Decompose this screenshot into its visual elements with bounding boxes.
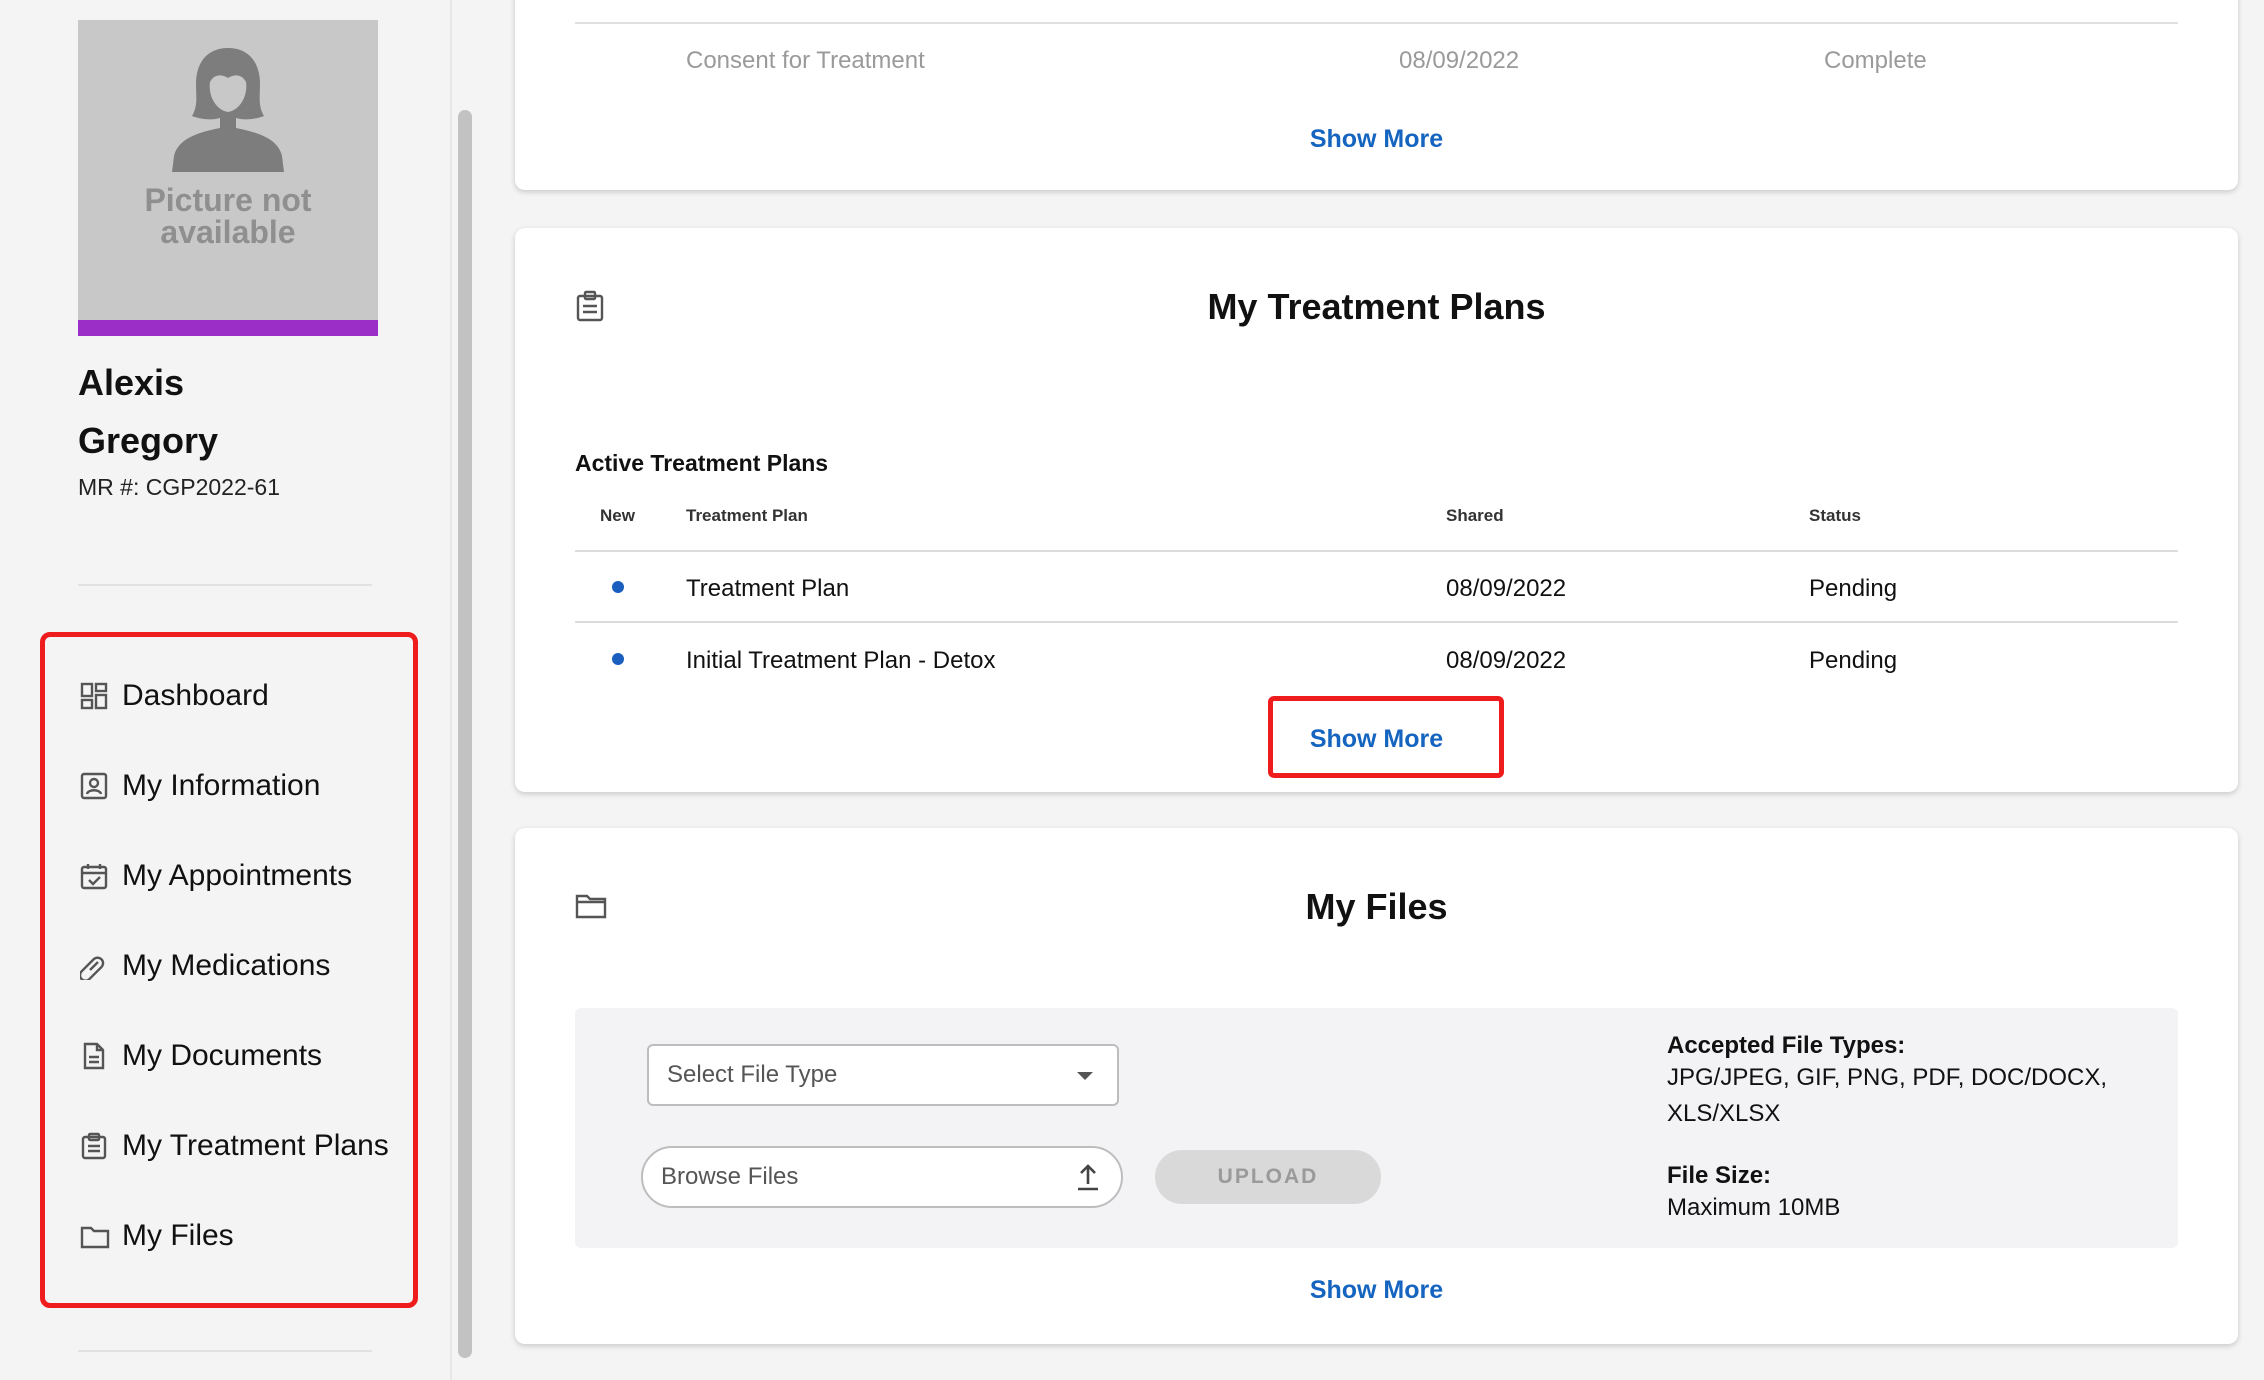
mr-number: MR #: CGP2022-61 [78,474,280,500]
browse-files-input[interactable]: Browse Files [641,1146,1123,1208]
column-header-new: New [600,506,635,525]
sidebar-item-my-files[interactable]: My Files [80,1212,400,1260]
files-show-more: Show More [515,1276,2238,1305]
plan-status: Pending [1809,575,1898,602]
show-more-link[interactable]: Show More [1310,125,1443,153]
accepted-types-heading: Accepted File Types: [1667,1032,1906,1059]
documents-show-more: Show More [515,125,2238,154]
sidebar: Picture not available Alexis Gregory MR … [0,0,452,1380]
new-indicator-dot [612,653,624,665]
card-title: My Files [1305,886,1448,927]
row-divider [575,22,2178,24]
files-card: My Files Select File Type Browse Files U… [515,828,2238,1344]
sidebar-divider [78,1350,372,1352]
sidebar-scrollbar-thumb[interactable] [458,110,472,1358]
chevron-down-icon [1077,1072,1093,1080]
photo-caption-line2: available [160,214,296,250]
plan-shared-date: 08/09/2022 [1446,575,1567,602]
sidebar-item-label: My Information [122,769,321,802]
plan-shared-date: 08/09/2022 [1446,647,1567,674]
row-divider [575,621,2178,623]
file-size-heading: File Size: [1667,1162,1772,1189]
document-name: Consent for Treatment [686,47,925,74]
clipboard-icon [80,1131,110,1161]
browse-placeholder: Browse Files [661,1163,799,1190]
sidebar-item-label: Dashboard [122,679,269,712]
header-divider [575,550,2178,552]
sidebar-item-dashboard[interactable]: Dashboard [80,672,400,720]
id-card-icon [80,771,110,801]
sidebar-item-my-documents[interactable]: My Documents [80,1032,400,1080]
patient-first-name: Alexis [78,362,185,403]
file-size-value: Maximum 10MB [1667,1194,1841,1221]
show-more-link[interactable]: Show More [1310,1276,1443,1304]
document-status: Complete [1824,47,1927,74]
upload-button[interactable]: UPLOAD [1155,1150,1381,1204]
pill-icon [80,951,110,981]
sidebar-item-label: My Medications [122,949,331,982]
folder-icon [80,1221,110,1251]
plan-name: Treatment Plan [686,575,850,602]
documents-card: Consent for Treatment 08/09/2022 Complet… [515,0,2238,190]
sidebar-item-label: My Appointments [122,859,353,892]
column-header-status: Status [1809,506,1861,525]
photo-caption: Picture not available [78,184,378,248]
column-header-shared: Shared [1446,506,1504,525]
plan-name: Initial Treatment Plan - Detox [686,647,996,674]
sidebar-item-my-treatment-plans[interactable]: My Treatment Plans [80,1122,400,1170]
treatment-plans-card: My Treatment Plans Active Treatment Plan… [515,228,2238,792]
sidebar-item-my-appointments[interactable]: My Appointments [80,852,400,900]
file-type-select[interactable]: Select File Type [647,1044,1119,1106]
upload-arrow-icon [1075,1162,1101,1197]
accepted-types-list: JPG/JPEG, GIF, PNG, PDF, DOC/DOCX, XLS/X… [1667,1064,2108,1127]
new-indicator-dot [612,581,624,593]
select-placeholder: Select File Type [667,1061,838,1088]
sidebar-item-my-medications[interactable]: My Medications [80,942,400,990]
document-date: 08/09/2022 [1399,47,1520,74]
patient-last-name: Gregory [78,420,219,461]
plan-status: Pending [1809,647,1898,674]
upload-panel: Select File Type Browse Files UPLOAD Acc… [575,1008,2178,1248]
show-more-highlight-box [1268,696,1504,778]
column-header-plan: Treatment Plan [686,506,808,525]
sidebar-item-my-information[interactable]: My Information [80,762,400,810]
avatar: Picture not available [78,20,378,336]
sidebar-item-label: My Documents [122,1039,323,1072]
active-plans-heading: Active Treatment Plans [575,450,829,476]
dashboard-icon [80,681,110,711]
photo-caption-line1: Picture not [144,182,312,218]
avatar-accent-bar [78,320,378,336]
sidebar-item-label: My Treatment Plans [122,1129,389,1162]
document-icon [80,1041,110,1071]
card-title: My Treatment Plans [1207,286,1546,327]
calendar-check-icon [80,861,110,891]
sidebar-divider [78,584,372,586]
sidebar-item-label: My Files [122,1219,234,1252]
person-placeholder-icon [172,48,284,172]
